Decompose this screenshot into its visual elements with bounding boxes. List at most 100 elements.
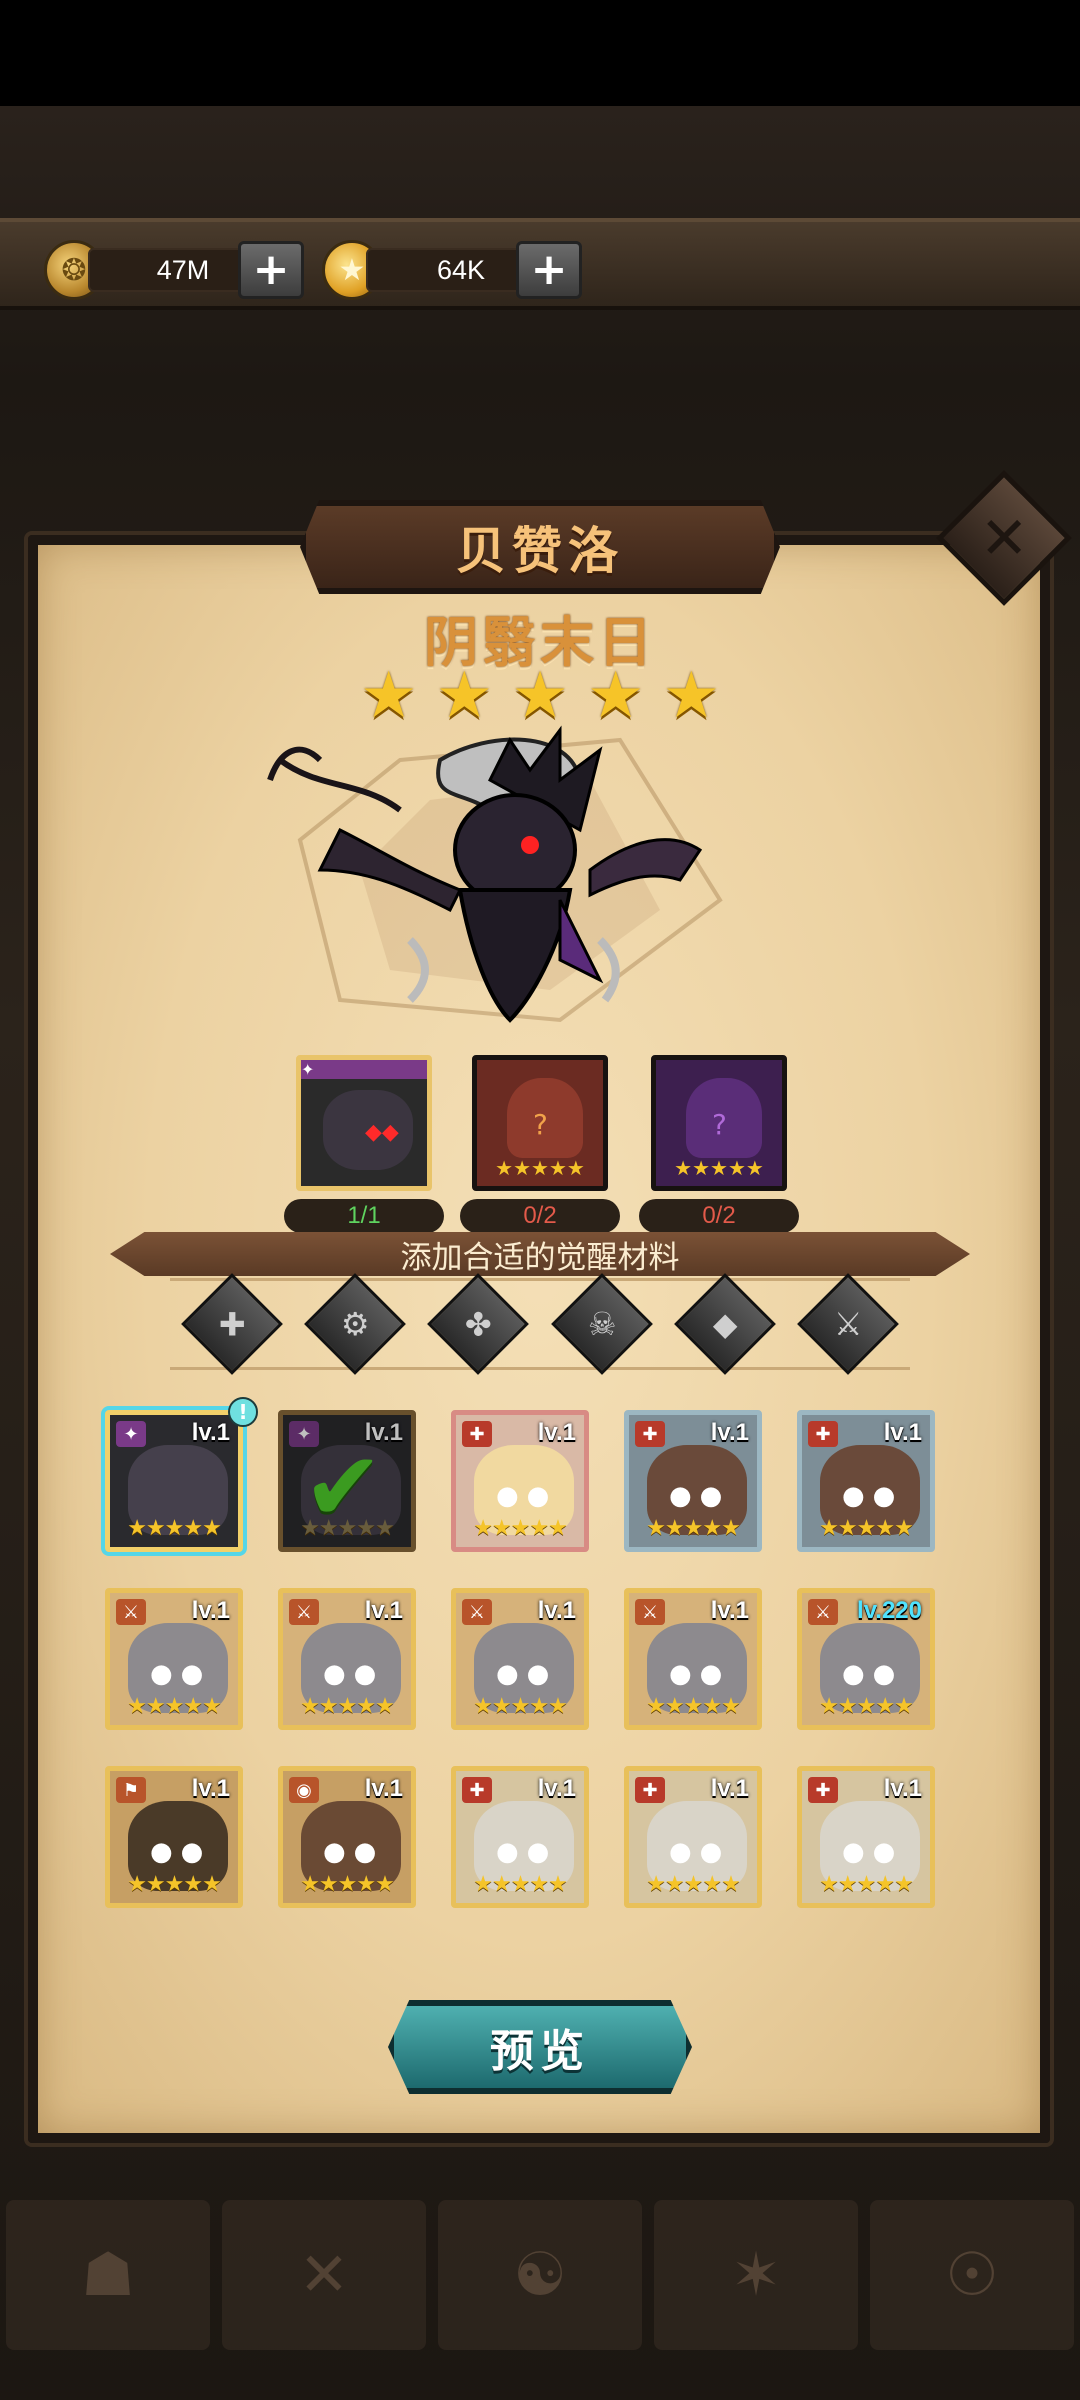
required-count: 0/2 (460, 1199, 620, 1233)
class-icon: ⚔ (462, 1599, 492, 1625)
nav-tab-1[interactable]: ☗ (6, 2200, 210, 2350)
material-card[interactable]: ●● ✚ lv.1 ★★★★★ (797, 1410, 935, 1552)
material-card[interactable]: ●● ⚔ lv.1 ★★★★★ (624, 1588, 762, 1730)
class-icon: ⚔ (116, 1599, 146, 1625)
star-rating: ★★★★★ (300, 1694, 395, 1719)
class-icon: ✚ (635, 1421, 665, 1447)
level-label: lv.220 (857, 1597, 922, 1624)
preview-button[interactable]: 预览 (388, 2000, 692, 2094)
check-icon: ✔ (303, 1431, 384, 1543)
hero-eyes: ●● (669, 1837, 731, 1867)
star-rating: ★★★★★ (127, 1516, 222, 1541)
required-slot-self[interactable]: ✦ ◆◆ 1/1 (284, 1055, 444, 1233)
required-slot-portrait: ? ★★★★★ (651, 1055, 787, 1191)
level-label: lv.1 (537, 1419, 576, 1446)
material-card[interactable]: ●● ⚔ lv.1 ★★★★★ (105, 1588, 243, 1730)
skull-icon: ☠ (587, 1305, 616, 1343)
star-rating: ★★★★★ (819, 1516, 914, 1541)
filter-support[interactable]: ⚔ (797, 1273, 900, 1375)
required-stars: ★★★★★ (674, 1156, 764, 1180)
class-icon: ✚ (635, 1777, 665, 1803)
material-card[interactable]: ●● ⚔ lv.1 ★★★★★ (278, 1588, 416, 1730)
hero-eyes: ●● (842, 1481, 904, 1511)
required-slot-portrait: ✦ ◆◆ (296, 1055, 432, 1191)
awaken-hint: 添加合适的觉醒材料 (110, 1232, 970, 1276)
star-rating: ★★★★★ (646, 1516, 741, 1541)
filter-all[interactable]: ✚ (180, 1273, 283, 1375)
all-classes-icon: ✚ (218, 1305, 246, 1343)
hero-eyes: ●● (842, 1659, 904, 1689)
material-card[interactable]: ●● ◉ lv.1 ★★★★★ (278, 1766, 416, 1908)
filter-mage[interactable]: ◆ (674, 1273, 776, 1375)
level-label: lv.1 (191, 1419, 230, 1446)
hero-eyes: ●● (496, 1481, 558, 1511)
filter-tank[interactable]: ✤ (427, 1273, 530, 1375)
star-rating: ★★★★★ (127, 1872, 222, 1897)
hero-eyes: ●● (496, 1659, 558, 1689)
bottom-nav: ☗ ✕ ☯ ✶ ☉ (0, 2200, 1080, 2350)
material-card[interactable]: ●● ✚ lv.1 ★★★★★ (797, 1766, 935, 1908)
hero-eyes: ●● (496, 1837, 558, 1867)
nav-tab-2[interactable]: ✕ (222, 2200, 426, 2350)
nav-tab-4[interactable]: ✶ (654, 2200, 858, 2350)
material-card[interactable]: ●● ⚔ lv.1 ★★★★★ (451, 1588, 589, 1730)
hero-eyes: ●● (323, 1659, 385, 1689)
level-label: lv.1 (537, 1775, 576, 1802)
class-icon: ✚ (808, 1421, 838, 1447)
add-gold-button[interactable]: + (238, 241, 304, 299)
hero-name: 贝赞洛 (456, 522, 624, 580)
level-label: lv.1 (364, 1597, 403, 1624)
material-card[interactable]: ●● ✚ lv.1 ★★★★★ (451, 1410, 589, 1552)
hero-eyes: ●● (842, 1837, 904, 1867)
star-rating: ★★★★★ (646, 1694, 741, 1719)
star-rating: ★★★★★ (819, 1694, 914, 1719)
material-card[interactable]: ●● ✚ lv.1 ★★★★★ (624, 1410, 762, 1552)
hero-eyes: ●● (669, 1659, 731, 1689)
diamond-icon: ◆ (712, 1304, 738, 1343)
star-rating: ★★★★★ (473, 1872, 568, 1897)
hero-eyes: ●● (669, 1481, 731, 1511)
level-label: lv.1 (710, 1419, 749, 1446)
status-bar (0, 0, 1080, 106)
class-icon: ⚔ (289, 1599, 319, 1625)
material-card[interactable]: ✦ lv.1 ★★★★★ ✔ (278, 1410, 416, 1552)
clover-icon: ✤ (464, 1305, 492, 1343)
required-slot-red[interactable]: ? ★★★★★ 0/2 (460, 1055, 620, 1233)
class-icon: ✚ (462, 1777, 492, 1803)
nav-tab-5[interactable]: ☉ (870, 2200, 1074, 2350)
class-icon: ✚ (808, 1777, 838, 1803)
hero-eyes: ●● (150, 1837, 212, 1867)
add-gem-button[interactable]: + (516, 241, 582, 299)
notice-badge: ! (228, 1397, 258, 1427)
star-rating: ★★★★★ (646, 1872, 741, 1897)
material-card[interactable]: ●● ⚔ lv.220 ★★★★★ (797, 1588, 935, 1730)
nav-tab-3[interactable]: ☯ (438, 2200, 642, 2350)
hero-portrait (267, 725, 723, 1023)
class-icon: ◉ (289, 1777, 319, 1803)
class-icon: ⚔ (635, 1599, 665, 1625)
star-rating: ★★★★★ (300, 1872, 395, 1897)
class-icon: ✚ (462, 1421, 492, 1447)
star-rating: ★★★★★ (473, 1694, 568, 1719)
material-card[interactable]: ●● ✚ lv.1 ★★★★★ (624, 1766, 762, 1908)
preview-label: 预览 (490, 2026, 590, 2077)
filter-warrior[interactable]: ⚙ (304, 1273, 406, 1375)
material-card[interactable]: ●● ⚑ lv.1 ★★★★★ (105, 1766, 243, 1908)
hero-eyes: ●● (323, 1837, 385, 1867)
class-filter-row: ✚ ⚙ ✤ ☠ ◆ ⚔ (170, 1273, 910, 1375)
level-label: lv.1 (710, 1775, 749, 1802)
level-label: lv.1 (537, 1597, 576, 1624)
level-label: lv.1 (364, 1775, 403, 1802)
material-card[interactable]: ✦ lv.1 ★★★★★! (105, 1397, 258, 1552)
hero-eyes: ●● (150, 1659, 212, 1689)
level-label: lv.1 (883, 1419, 922, 1446)
class-icon: ⚔ (808, 1599, 838, 1625)
filter-assassin[interactable]: ☠ (550, 1273, 653, 1375)
class-icon: ✦ (301, 1060, 427, 1079)
required-stars: ★★★★★ (495, 1156, 585, 1180)
level-label: lv.1 (710, 1597, 749, 1624)
star-rating: ★★★★★ (473, 1516, 568, 1541)
required-slot-purple[interactable]: ? ★★★★★ 0/2 (639, 1055, 799, 1233)
star-rating: ★★★★★ (127, 1694, 222, 1719)
material-card[interactable]: ●● ✚ lv.1 ★★★★★ (451, 1766, 589, 1908)
